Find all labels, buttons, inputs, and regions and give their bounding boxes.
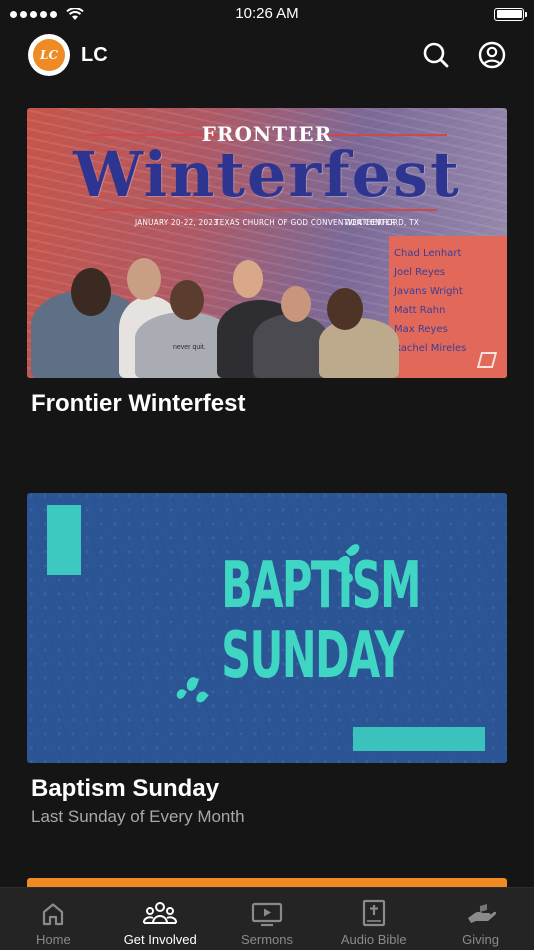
play-screen-icon <box>251 902 283 927</box>
banner-line-2: SUNDAY <box>221 619 404 693</box>
people-icon <box>143 902 178 924</box>
status-bar <box>0 0 534 28</box>
shirt-text: never quit. <box>173 344 206 351</box>
logo-text: LC <box>33 39 65 71</box>
banner-line-1: BAPTISM <box>221 549 421 623</box>
decorative-block <box>353 727 485 751</box>
search-icon[interactable] <box>422 41 450 69</box>
speaker-name: Chad Lenhart <box>394 248 462 259</box>
speaker-name: Max Reyes <box>394 324 448 335</box>
app-title: LC <box>81 43 108 66</box>
giving-hand-icon <box>467 904 496 923</box>
tab-home[interactable]: Home <box>0 888 107 950</box>
tab-audio-bible[interactable]: Audio Bible <box>320 888 427 950</box>
speaker-name: Joel Reyes <box>394 267 446 278</box>
bible-icon <box>362 899 385 927</box>
wifi-icon <box>66 7 84 20</box>
event-title[interactable]: Frontier Winterfest <box>31 390 507 418</box>
tab-label: Giving <box>462 932 500 947</box>
baptism-banner[interactable]: BAPTISM SUNDAY <box>27 493 507 763</box>
tab-label: Audio Bible <box>340 932 407 947</box>
tab-label: Sermons <box>240 932 293 947</box>
church-logo[interactable]: LC <box>28 34 70 76</box>
tab-giving[interactable]: Giving <box>427 888 534 950</box>
banner-headline: Winterfest <box>73 138 461 211</box>
event-title[interactable]: Baptism Sunday <box>31 775 507 803</box>
app-header: LC LC <box>0 30 534 80</box>
tab-bar: Home Get Involved Sermons Audio Bible Gi… <box>0 887 534 950</box>
banner-city: WEATHERFORD, TX <box>345 218 420 227</box>
event-subtitle: Last Sunday of Every Month <box>31 807 245 826</box>
event-card-winterfest[interactable]: FRONTIER Winterfest JANUARY 20-22, 2023 … <box>27 108 507 418</box>
event-card-baptism[interactable]: BAPTISM SUNDAY Baptism Sunday Last Sunda… <box>27 493 507 827</box>
tab-sermons[interactable]: Sermons <box>214 888 321 950</box>
tab-get-involved[interactable]: Get Involved <box>107 888 214 950</box>
banner-date: JANUARY 20-22, 2023 <box>135 218 219 227</box>
decorative-block <box>47 505 81 575</box>
speaker-name: Javans Wright <box>394 286 463 297</box>
battery-icon <box>494 7 527 21</box>
speaker-name: Matt Rahn <box>394 305 446 316</box>
winterfest-banner[interactable]: FRONTIER Winterfest JANUARY 20-22, 2023 … <box>27 108 507 378</box>
tab-label: Get Involved <box>123 932 197 947</box>
home-icon <box>43 903 64 926</box>
cell-signal-icon <box>10 7 84 21</box>
tab-label: Home <box>36 932 71 947</box>
profile-icon[interactable] <box>478 41 506 69</box>
